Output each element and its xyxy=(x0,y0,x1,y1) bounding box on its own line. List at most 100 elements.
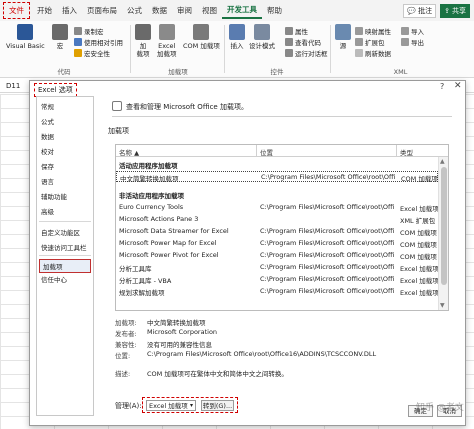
nav-formulas[interactable]: 公式 xyxy=(41,116,54,126)
com-addins-button[interactable]: COM 加载项 xyxy=(183,24,220,50)
row-name: Microsoft Power Pivot for Excel xyxy=(119,251,219,259)
tab-insert[interactable]: 插入 xyxy=(57,2,82,19)
row-name: 规划求解加载项 xyxy=(119,289,165,297)
import-button[interactable]: 导入 xyxy=(401,26,424,36)
nav-proofing[interactable]: 校对 xyxy=(41,146,54,156)
col-location-header[interactable]: 位置 xyxy=(260,147,273,157)
visual-basic-label: Visual Basic xyxy=(6,42,45,50)
properties-button[interactable]: 属性 xyxy=(285,26,308,36)
source-label: 源 xyxy=(339,42,347,50)
row-location: C:\Program Files\Microsoft Office\root\O… xyxy=(260,203,394,211)
scroll-thumb[interactable] xyxy=(441,167,447,285)
refresh-data-label: 刷新数据 xyxy=(365,50,391,58)
design-mode-label: 设计模式 xyxy=(249,42,275,50)
nav-general[interactable]: 常规 xyxy=(41,101,54,111)
record-macro-button[interactable]: 录制宏 xyxy=(74,26,104,36)
scroll-down-icon[interactable]: ▼ xyxy=(440,302,445,309)
expansion-pack-button[interactable]: 扩展包 xyxy=(355,37,385,47)
nav-addins[interactable]: 加载项 xyxy=(39,259,91,273)
nav-language[interactable]: 语言 xyxy=(41,176,54,186)
macro-security-button[interactable]: 宏安全性 xyxy=(74,48,110,58)
table-row[interactable]: 规划求解加载项 C:\Program Files\Microsoft Offic… xyxy=(116,286,438,297)
nav-save[interactable]: 保存 xyxy=(41,161,54,171)
table-row[interactable]: 中文简繁转换加载项 C:\Program Files\Microsoft Off… xyxy=(116,171,438,183)
group-xml-label: XML xyxy=(393,68,408,76)
ribbon-divider xyxy=(130,25,131,73)
tab-formulas[interactable]: 公式 xyxy=(122,2,147,19)
visual-basic-button[interactable]: Visual Basic xyxy=(6,24,45,50)
excel-addins-button[interactable]: Excel 加载项 xyxy=(157,24,177,58)
addins-table: 名称 ▲ 位置 类型 活动应用程序加载项 中文简繁转换加载项 C:\Progra… xyxy=(115,144,449,311)
addins-panel: 查看和管理 Microsoft Office 加载项。 加载项 名称 ▲ 位置 … xyxy=(102,96,462,426)
tab-page-layout[interactable]: 页面布局 xyxy=(82,2,122,19)
map-props-label: 映射属性 xyxy=(365,28,391,36)
tab-file[interactable]: 文件 xyxy=(3,2,30,19)
nav-accessibility[interactable]: 辅助功能 xyxy=(41,191,67,201)
row-name: Euro Currency Tools xyxy=(119,203,184,211)
header-divider xyxy=(112,116,452,117)
help-icon[interactable]: ? xyxy=(440,82,444,91)
table-row[interactable]: Microsoft Power Map for Excel C:\Program… xyxy=(116,238,438,249)
export-button[interactable]: 导出 xyxy=(401,37,424,47)
row-location: C:\Program Files\Microsoft Office\root\O… xyxy=(260,251,394,259)
tab-home[interactable]: 开始 xyxy=(32,2,57,19)
relative-ref-button[interactable]: 使用相对引用 xyxy=(74,37,123,47)
table-row[interactable]: Microsoft Actions Pane 3 XML 扩展包 xyxy=(116,214,438,225)
scroll-up-icon[interactable]: ▲ xyxy=(440,158,445,165)
macro-label: 宏 xyxy=(56,42,64,50)
table-header: 名称 ▲ 位置 类型 xyxy=(116,145,448,157)
group-code: Visual Basic 宏 录制宏 使用相对引用 宏安全性 代码 xyxy=(4,23,124,76)
name-box[interactable]: D11 xyxy=(3,80,31,92)
design-mode-button[interactable]: 设计模式 xyxy=(249,24,275,50)
table-row[interactable]: 分析工具库 C:\Program Files\Microsoft Office\… xyxy=(116,262,438,273)
table-row[interactable]: 分析工具库 - VBA C:\Program Files\Microsoft O… xyxy=(116,274,438,285)
group-controls-label: 控件 xyxy=(270,68,284,76)
share-button[interactable]: ⇪ 共享 xyxy=(440,3,470,18)
tab-review[interactable]: 审阅 xyxy=(172,2,197,19)
manage-select[interactable]: Excel 加载项 ▾ xyxy=(146,400,196,411)
go-button[interactable]: 转到(G)... xyxy=(201,400,234,411)
nav-customize-ribbon[interactable]: 自定义功能区 xyxy=(41,227,80,237)
table-row[interactable]: Microsoft Power Pivot for Excel C:\Progr… xyxy=(116,250,438,261)
com-addins-label: COM 加载项 xyxy=(183,42,220,50)
tab-data[interactable]: 数据 xyxy=(147,2,172,19)
dialog-title: Excel 选项 xyxy=(34,83,77,97)
table-row[interactable]: Euro Currency Tools C:\Program Files\Mic… xyxy=(116,202,438,213)
column-divider xyxy=(256,145,257,157)
macro-button[interactable]: 宏 xyxy=(52,24,68,50)
nav-data[interactable]: 数据 xyxy=(41,131,54,141)
run-dialog-button[interactable]: 运行对话框 xyxy=(285,48,328,58)
refresh-data-button[interactable]: 刷新数据 xyxy=(355,48,391,58)
nav-trust-center[interactable]: 信任中心 xyxy=(41,274,67,284)
row-location: C:\Program Files\Microsoft Office\root\O… xyxy=(260,275,394,283)
insert-control-button[interactable]: 插入 xyxy=(229,24,245,50)
comment-icon: 💬 xyxy=(407,6,417,15)
manage-label: 管理(A): xyxy=(115,402,142,410)
close-icon[interactable]: ✕ xyxy=(454,81,462,91)
run-dialog-label: 运行对话框 xyxy=(295,50,328,58)
tab-view[interactable]: 视图 xyxy=(197,2,222,19)
share-label: 共享 xyxy=(452,6,466,15)
table-scrollbar[interactable]: ▲ ▼ xyxy=(438,157,448,310)
tab-help[interactable]: 帮助 xyxy=(262,2,287,19)
comments-button[interactable]: 💬 批注 xyxy=(403,3,437,18)
run-dialog-icon xyxy=(285,49,293,57)
map-props-button[interactable]: 映射属性 xyxy=(355,26,391,36)
nav-advanced[interactable]: 高级 xyxy=(41,206,54,216)
row-type: Excel 加载项 xyxy=(400,265,438,273)
row-location: C:\Program Files\Microsoft Office\root\O… xyxy=(260,227,394,235)
col-name-header[interactable]: 名称 ▲ xyxy=(119,147,139,157)
nav-quick-access[interactable]: 快速访问工具栏 xyxy=(41,242,87,252)
refresh-icon xyxy=(355,49,363,57)
col-type-header[interactable]: 类型 xyxy=(400,147,413,157)
relative-ref-label: 使用相对引用 xyxy=(84,39,123,47)
row-name: 分析工具库 xyxy=(119,265,152,273)
table-row[interactable]: Microsoft Data Streamer for Excel C:\Pro… xyxy=(116,226,438,237)
view-code-button[interactable]: 查看代码 xyxy=(285,37,321,47)
source-button[interactable]: 源 xyxy=(335,24,351,50)
row-name: 分析工具库 - VBA xyxy=(119,277,172,285)
toolbox-icon xyxy=(229,24,245,40)
detail-location-value: C:\Program Files\Microsoft Office\root\O… xyxy=(147,350,377,358)
tab-developer[interactable]: 开发工具 xyxy=(222,2,262,19)
addins-button[interactable]: 加 载项 xyxy=(135,24,151,58)
